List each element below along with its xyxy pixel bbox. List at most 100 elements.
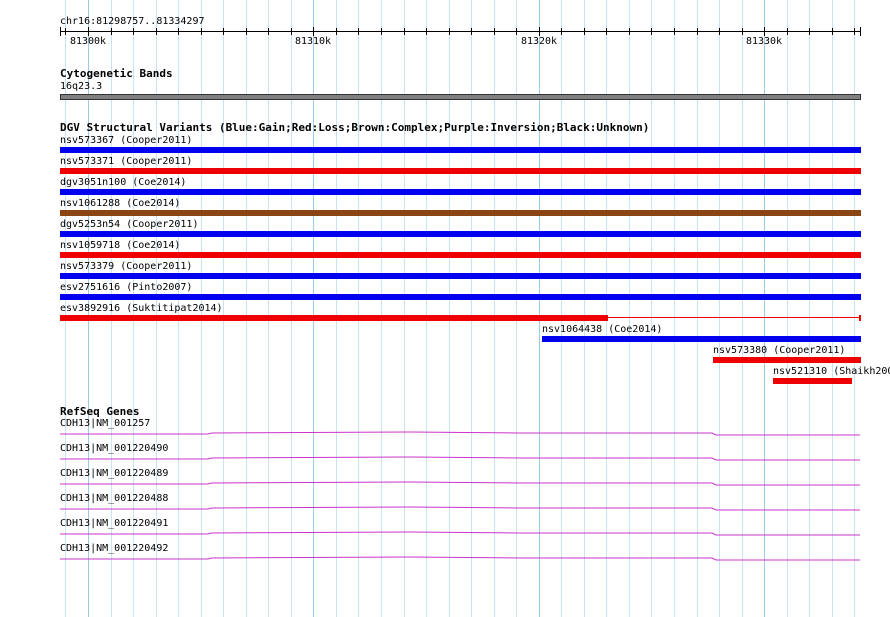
ruler-minor-tick [561, 28, 562, 35]
minor-grid-line [381, 0, 382, 617]
ruler-major-tick [88, 27, 89, 36]
minor-grid-line [606, 0, 607, 617]
dgv-variant-bar[interactable] [60, 147, 861, 153]
ruler-minor-tick [832, 28, 833, 35]
ruler-tick-label: 81300k [69, 36, 107, 47]
cytoband-bar[interactable] [60, 94, 861, 100]
dgv-variant-bar[interactable] [60, 315, 608, 321]
minor-grid-line [809, 0, 810, 617]
dgv-variant-bar[interactable] [60, 294, 861, 300]
ruler-minor-tick [291, 28, 292, 35]
dgv-variant-bar[interactable] [713, 357, 861, 363]
cytoband-label: 16q23.3 [60, 81, 103, 92]
minor-grid-line [516, 0, 517, 617]
ruler-line [60, 31, 861, 32]
dgv-track-title[interactable]: DGV Structural Variants (Blue:Gain;Red:L… [60, 122, 649, 134]
ruler-minor-tick [358, 28, 359, 35]
ruler-minor-tick [133, 28, 134, 35]
ruler-minor-tick [471, 28, 472, 35]
ruler-minor-tick [268, 28, 269, 35]
minor-grid-line [291, 0, 292, 617]
minor-grid-line [336, 0, 337, 617]
minor-grid-line [358, 0, 359, 617]
dgv-variant-label: nsv1059718 (Coe2014) [60, 240, 181, 251]
dgv-variant-end-block [859, 315, 861, 321]
refseq-gene-line[interactable] [0, 555, 890, 563]
minor-grid-line [832, 0, 833, 617]
dgv-variant-label: esv3892916 (Suktitipat2014) [60, 303, 223, 314]
dgv-variant-label: nsv1061288 (Coe2014) [60, 198, 181, 209]
dgv-variant-label: nsv573367 (Cooper2011) [60, 135, 193, 146]
refseq-gene-line[interactable] [0, 505, 890, 513]
minor-grid-line [246, 0, 247, 617]
minor-grid-line [223, 0, 224, 617]
minor-grid-line [561, 0, 562, 617]
ruler-minor-tick [336, 28, 337, 35]
minor-grid-line [719, 0, 720, 617]
ruler-minor-tick [223, 28, 224, 35]
ruler-minor-tick [381, 28, 382, 35]
ruler-minor-tick [809, 28, 810, 35]
minor-grid-line [404, 0, 405, 617]
refseq-gene-line[interactable] [0, 480, 890, 488]
ruler-minor-tick [156, 28, 157, 35]
ruler-minor-tick [494, 28, 495, 35]
dgv-variant-label: esv2751616 (Pinto2007) [60, 282, 193, 293]
ruler-tick-label: 81330k [745, 36, 783, 47]
ruler-major-tick [764, 27, 765, 36]
major-grid-line [539, 0, 540, 617]
refseq-gene-line[interactable] [0, 455, 890, 463]
dgv-variant-bar[interactable] [60, 168, 861, 174]
dgv-variant-bar[interactable] [542, 336, 861, 342]
minor-grid-line [697, 0, 698, 617]
dgv-variant-label: nsv1064438 (Coe2014) [542, 324, 663, 335]
dgv-variant-bar[interactable] [60, 252, 861, 258]
minor-grid-line [742, 0, 743, 617]
minor-grid-line [449, 0, 450, 617]
ruler-minor-tick [404, 28, 405, 35]
ruler-minor-tick [516, 28, 517, 35]
ruler-minor-tick [651, 28, 652, 35]
ruler-minor-tick [719, 28, 720, 35]
dgv-variant-bar[interactable] [60, 273, 861, 279]
dgv-variant-bar[interactable] [60, 231, 861, 237]
dgv-variant-label: nsv573380 (Cooper2011) [713, 345, 846, 356]
refseq-gene-line[interactable] [0, 430, 890, 438]
ruler-minor-tick [584, 28, 585, 35]
ruler-start-cap [60, 27, 61, 36]
dgv-variant-bar[interactable] [773, 378, 852, 384]
minor-grid-line [268, 0, 269, 617]
dgv-variant-bar[interactable] [60, 210, 861, 216]
ruler-minor-tick [697, 28, 698, 35]
ruler-minor-tick [246, 28, 247, 35]
ruler-minor-tick [65, 28, 66, 35]
refseq-gene-line[interactable] [0, 530, 890, 538]
dgv-variant-label: dgv3051n100 (Coe2014) [60, 177, 187, 188]
minor-grid-line [629, 0, 630, 617]
dgv-variant-label: nsv521310 (Shaikh2009) [773, 366, 890, 377]
minor-grid-line [584, 0, 585, 617]
refseq-gene-label: CDH13|NM_001220492 [60, 543, 169, 554]
refseq-track-title[interactable]: RefSeq Genes [60, 406, 139, 418]
dgv-variant-label: nsv573379 (Cooper2011) [60, 261, 193, 272]
ruler-minor-tick [854, 28, 855, 35]
major-grid-line [313, 0, 314, 617]
cytoband-track-title[interactable]: Cytogenetic Bands [60, 68, 173, 80]
ruler-minor-tick [426, 28, 427, 35]
ruler-minor-tick [449, 28, 450, 35]
ruler-tick-label: 81320k [520, 36, 558, 47]
dgv-variant-bar[interactable] [60, 189, 861, 195]
ruler-major-tick [313, 27, 314, 36]
minor-grid-line [674, 0, 675, 617]
ruler-major-tick [539, 27, 540, 36]
dgv-variant-label: nsv573371 (Cooper2011) [60, 156, 193, 167]
minor-grid-line [787, 0, 788, 617]
ruler-minor-tick [178, 28, 179, 35]
refseq-gene-label: CDH13|NM_001257 [60, 418, 151, 429]
ruler-end-cap [860, 27, 861, 36]
ruler-minor-tick [606, 28, 607, 35]
minor-grid-line [854, 0, 855, 617]
minor-grid-line [426, 0, 427, 617]
ruler-minor-tick [674, 28, 675, 35]
refseq-gene-label: CDH13|NM_001220488 [60, 493, 169, 504]
